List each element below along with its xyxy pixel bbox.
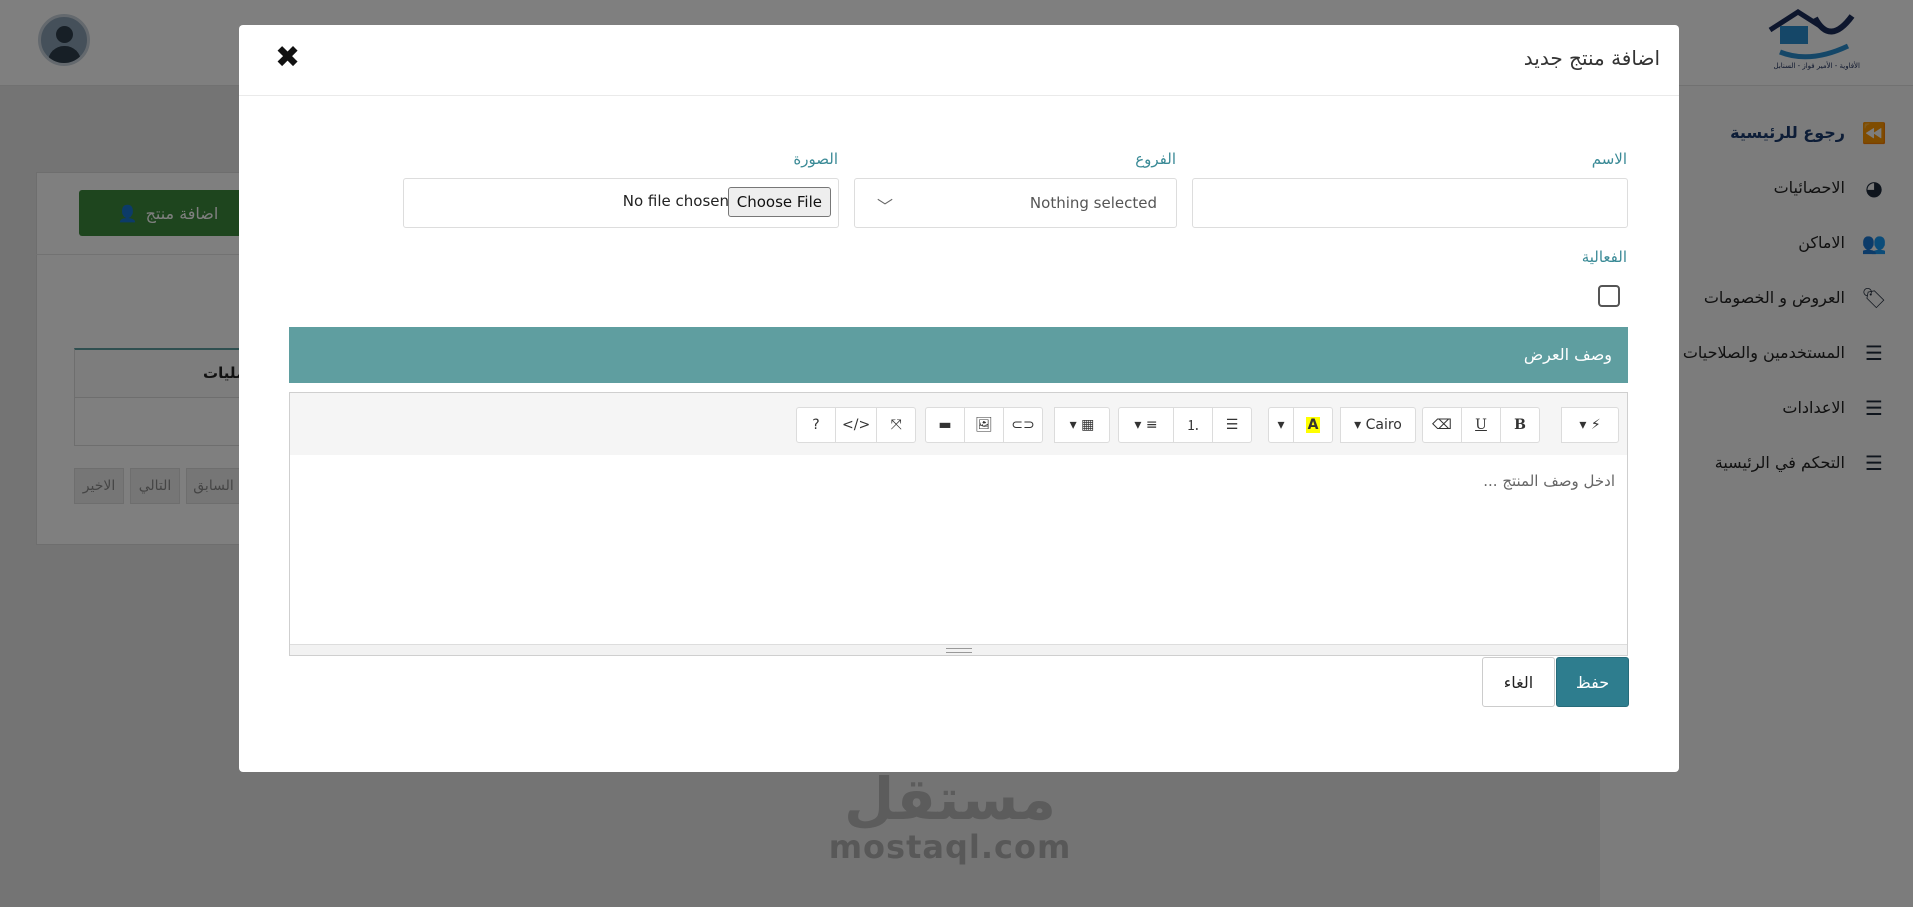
toolbar-group-style: ⌫ U B	[1422, 407, 1540, 443]
branches-select[interactable]: Nothing selected ﹀	[854, 178, 1177, 228]
chevron-down-icon: ﹀	[877, 197, 894, 216]
caret-down-icon: ▾	[1134, 417, 1142, 433]
file-status-text: No file chosen	[622, 192, 729, 210]
toolbar-group-insert: ▬ 🖼 ⊂⊃	[925, 407, 1043, 443]
underline-button[interactable]: U	[1461, 407, 1501, 443]
ordered-list-button[interactable]: ⒈	[1173, 407, 1213, 443]
branches-label: الفروع	[1135, 150, 1176, 168]
font-name-dropdown[interactable]: ▾ Cairo	[1340, 407, 1416, 443]
toolbar-group-color: ▾ A	[1268, 407, 1333, 443]
add-product-modal: اضافة منتج جديد ✖ الاسم الفروع Nothing s…	[239, 25, 1679, 772]
eraser-icon: ⌫	[1432, 417, 1452, 433]
link-button[interactable]: ⊂⊃	[1003, 407, 1043, 443]
branches-select-value: Nothing selected	[1029, 194, 1157, 212]
magic-wand-icon: ⚡	[1590, 417, 1601, 433]
editor-placeholder[interactable]: ادخل وصف المنتج ...	[1483, 472, 1615, 490]
caret-down-icon: ▾	[1277, 417, 1285, 433]
color-dropdown-button[interactable]: ▾	[1268, 407, 1294, 443]
toolbar-group-view: ? </> ⤧	[796, 407, 917, 443]
image-label: الصورة	[793, 150, 838, 168]
active-label: الفعالية	[1581, 248, 1627, 266]
toolbar-group-font: ▾ Cairo	[1340, 407, 1416, 443]
help-button[interactable]: ?	[796, 407, 836, 443]
toolbar-group-table: ▾ ▦	[1054, 407, 1110, 443]
video-button[interactable]: ▬	[925, 407, 965, 443]
section-title: وصف العرض	[1523, 345, 1612, 364]
bullet-list-icon: ☰	[1225, 417, 1239, 433]
grip-icon	[946, 648, 972, 653]
rich-text-editor: ? </> ⤧ ▬ 🖼 ⊂⊃ ▾ ▦ ▾ ≡ ⒈ ☰ ▾ A ▾ Cairo ⌫…	[289, 392, 1628, 656]
modal-header: اضافة منتج جديد ✖	[239, 25, 1679, 96]
video-icon: ▬	[938, 417, 952, 433]
caret-down-icon: ▾	[1069, 417, 1077, 433]
table-button[interactable]: ▾ ▦	[1054, 407, 1110, 443]
editor-resize-handle[interactable]	[290, 644, 1627, 655]
save-button[interactable]: حفظ	[1556, 657, 1629, 707]
align-button[interactable]: ▾ ≡	[1118, 407, 1174, 443]
style-dropdown-button[interactable]: ▾ ⚡	[1561, 407, 1619, 443]
image-file-field: Choose File No file chosen	[403, 178, 839, 228]
align-left-icon: ≡	[1145, 417, 1158, 433]
picture-icon: 🖼	[975, 417, 993, 433]
ordered-list-icon: ⒈	[1186, 418, 1200, 434]
font-name-value: Cairo	[1365, 417, 1402, 433]
unordered-list-button[interactable]: ☰	[1212, 407, 1252, 443]
caret-down-icon: ▾	[1579, 417, 1587, 433]
name-label: الاسم	[1591, 150, 1627, 168]
choose-file-button[interactable]: Choose File	[727, 187, 831, 217]
close-icon[interactable]: ✖	[275, 43, 300, 73]
cancel-button[interactable]: الغاء	[1482, 657, 1555, 707]
table-icon: ▦	[1081, 417, 1095, 433]
description-section-header: وصف العرض	[289, 327, 1628, 383]
link-icon: ⊂⊃	[1011, 417, 1035, 433]
toolbar-group-magic: ▾ ⚡	[1561, 407, 1619, 443]
caret-down-icon: ▾	[1354, 417, 1362, 433]
modal-title: اضافة منتج جديد	[1523, 46, 1660, 70]
expand-icon: ⤧	[890, 417, 902, 433]
fullscreen-button[interactable]: ⤧	[876, 407, 917, 443]
bold-button[interactable]: B	[1500, 407, 1540, 443]
editor-toolbar: ? </> ⤧ ▬ 🖼 ⊂⊃ ▾ ▦ ▾ ≡ ⒈ ☰ ▾ A ▾ Cairo ⌫…	[290, 393, 1627, 455]
image-button[interactable]: 🖼	[964, 407, 1004, 443]
clear-format-button[interactable]: ⌫	[1422, 407, 1462, 443]
active-checkbox[interactable]	[1598, 285, 1620, 307]
code-view-button[interactable]: </>	[835, 407, 878, 443]
toolbar-group-paragraph: ▾ ≡ ⒈ ☰	[1118, 407, 1252, 443]
name-input[interactable]	[1192, 178, 1628, 228]
highlight-color-button[interactable]: A	[1293, 407, 1333, 443]
font-color-icon: A	[1305, 417, 1321, 433]
